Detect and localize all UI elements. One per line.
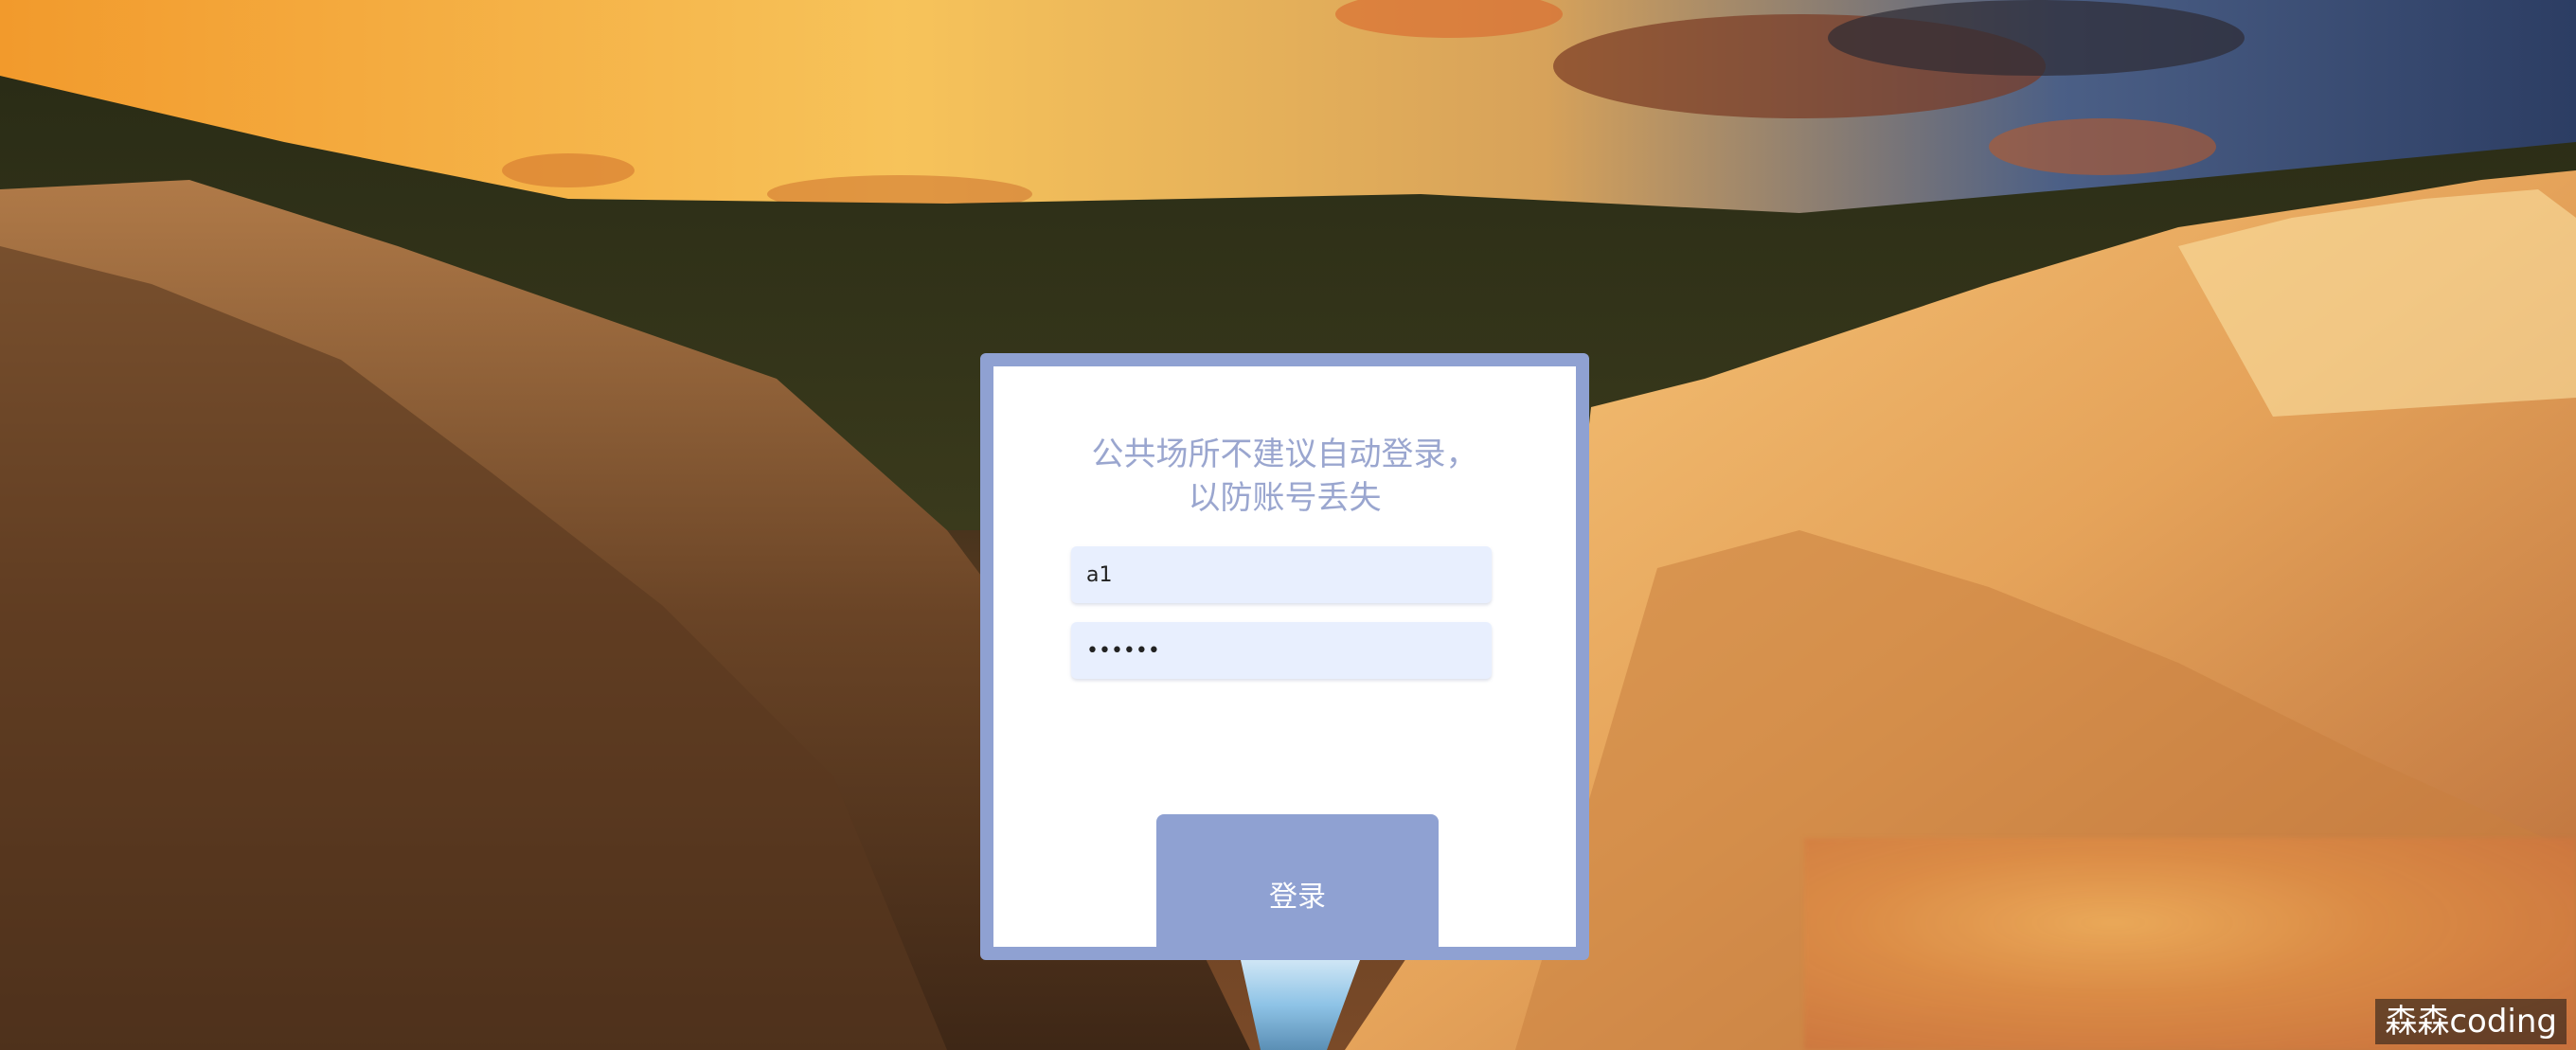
login-notice-line-2: 以防账号丢失: [1188, 479, 1382, 517]
login-page: 公共场所不建议自动登录， 以防账号丢失 登录 森森coding: [0, 0, 2576, 1050]
login-button[interactable]: 登录: [1156, 814, 1439, 947]
login-notice: 公共场所不建议自动登录， 以防账号丢失: [993, 433, 1576, 520]
watermark: 森森coding: [2375, 999, 2567, 1044]
login-notice-line-1: 公共场所不建议自动登录，: [1091, 436, 1478, 473]
login-panel: 公共场所不建议自动登录， 以防账号丢失 登录: [980, 353, 1589, 960]
username-input[interactable]: [1071, 546, 1492, 603]
login-card: 公共场所不建议自动登录， 以防账号丢失 登录: [993, 366, 1576, 947]
password-input[interactable]: [1071, 622, 1492, 679]
